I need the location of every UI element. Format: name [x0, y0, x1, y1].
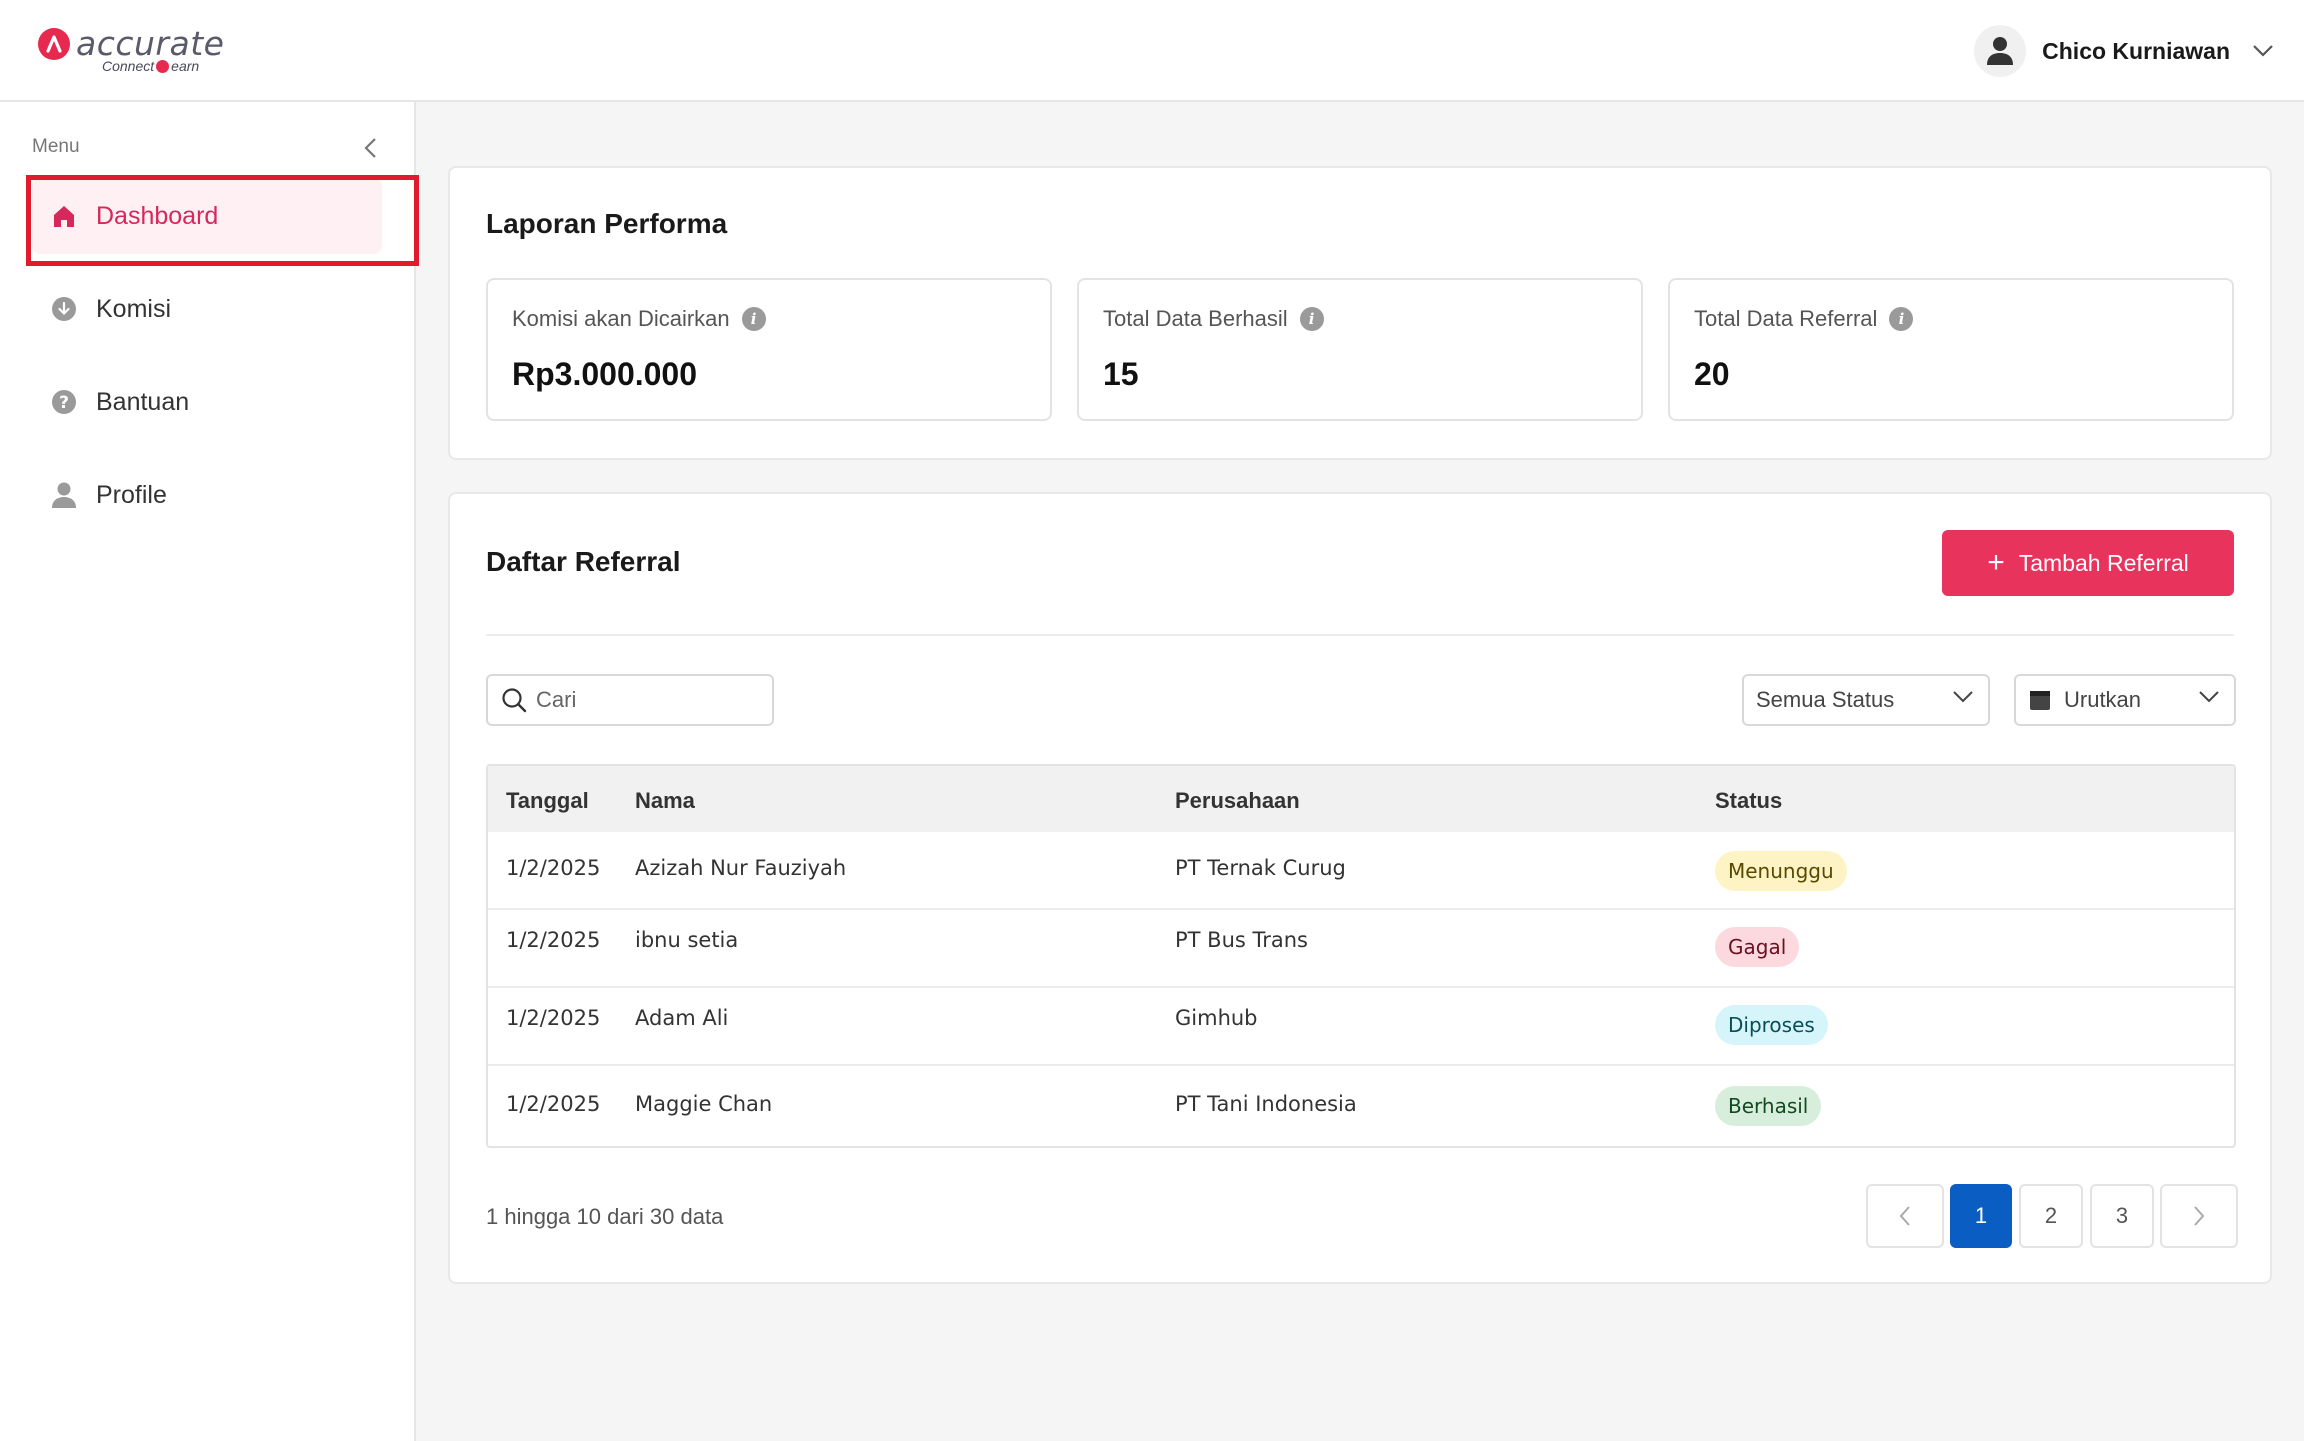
logo-tag-right: earn	[171, 58, 200, 74]
pagination-next-button[interactable]	[2160, 1184, 2238, 1248]
pagination-prev-button[interactable]	[1866, 1184, 1944, 1248]
column-header-nama[interactable]: Nama	[635, 788, 695, 814]
logo-tagline: Connect earn	[102, 58, 199, 74]
column-header-perusahaan[interactable]: Perusahaan	[1175, 788, 1300, 814]
sidebar-item-bantuan[interactable]: ? Bantuan	[32, 364, 382, 440]
sidebar-item-komisi[interactable]: Komisi	[32, 271, 382, 347]
accurate-logo-icon	[38, 28, 70, 60]
stat-value: Rp3.000.000	[512, 356, 698, 392]
info-icon[interactable]: i	[1299, 307, 1324, 331]
plus-icon: +	[1987, 546, 2005, 579]
user-menu[interactable]: Chico Kurniawan	[1974, 25, 2274, 77]
chevron-left-icon	[1899, 1206, 1910, 1226]
chevron-right-icon	[2194, 1206, 2205, 1226]
pagination-page-1[interactable]: 1	[1950, 1184, 2012, 1248]
stat-label: Komisi akan Dicairkan i	[512, 306, 766, 332]
cell-company: PT Tani Indonesia	[1175, 1092, 1357, 1116]
user-icon	[50, 481, 78, 509]
referral-title: Daftar Referral	[486, 546, 681, 577]
pagination-page-2[interactable]: 2	[2019, 1184, 2083, 1248]
cell-company: PT Ternak Curug	[1175, 856, 1346, 880]
cell-name: Adam Ali	[635, 1006, 729, 1030]
sidebar-item-label: Bantuan	[96, 387, 190, 416]
avatar	[1974, 25, 2027, 77]
svg-text:?: ?	[59, 393, 69, 413]
pagination-page-3[interactable]: 3	[2090, 1184, 2154, 1248]
help-circle-icon: ?	[50, 388, 78, 416]
sort-select[interactable]: Urutkan	[2014, 674, 2236, 726]
performance-title: Laporan Performa	[486, 208, 728, 239]
stat-value: 20	[1694, 356, 1730, 392]
collapse-sidebar-icon[interactable]	[362, 136, 378, 160]
column-header-status[interactable]: Status	[1715, 788, 1782, 814]
chevron-down-icon	[1953, 691, 1973, 703]
stat-referral: Total Data Referral i 20	[1668, 278, 2234, 421]
info-icon[interactable]: i	[1889, 307, 1914, 331]
divider	[486, 634, 2234, 636]
stat-label: Total Data Referral i	[1694, 306, 1914, 332]
sidebar-item-label: Profile	[96, 480, 167, 509]
search-box[interactable]	[486, 674, 774, 726]
stat-berhasil: Total Data Berhasil i 15	[1077, 278, 1643, 421]
sidebar-item-profile[interactable]: Profile	[32, 457, 382, 533]
cell-date: 1/2/2025	[506, 1092, 601, 1116]
sidebar: Menu Dashboard Komisi ? Bantuan Profile	[0, 102, 416, 1441]
cell-date: 1/2/2025	[506, 1006, 601, 1030]
table-row[interactable]: 1/2/2025 ibnu setia PT Bus Trans Gagal	[488, 910, 2234, 988]
highlight-annotation	[26, 175, 419, 266]
cell-date: 1/2/2025	[506, 928, 601, 952]
stat-label-text: Total Data Referral	[1694, 306, 1878, 331]
table-row[interactable]: 1/2/2025 Azizah Nur Fauziyah PT Ternak C…	[488, 832, 2234, 910]
logo-tag-dot-icon	[156, 60, 170, 73]
stat-value: 15	[1103, 356, 1139, 392]
cell-date: 1/2/2025	[506, 856, 601, 880]
cell-name: Azizah Nur Fauziyah	[635, 856, 847, 880]
stat-label: Total Data Berhasil i	[1103, 306, 1324, 332]
status-filter-value: Semua Status	[1756, 687, 1895, 712]
search-input[interactable]	[536, 687, 756, 713]
chevron-down-icon	[2199, 691, 2219, 703]
logo-tag-left: Connect	[102, 58, 155, 74]
user-icon	[1987, 37, 2014, 65]
add-referral-label: Tambah Referral	[2018, 549, 2189, 576]
performance-card: Laporan Performa Komisi akan Dicairkan i …	[448, 166, 2272, 460]
cell-name: Maggie Chan	[635, 1092, 773, 1116]
stat-label-text: Total Data Berhasil	[1103, 306, 1288, 331]
add-referral-button[interactable]: + Tambah Referral	[1942, 530, 2234, 596]
download-circle-icon	[50, 295, 78, 323]
chevron-down-icon[interactable]	[2252, 44, 2274, 58]
stat-label-text: Komisi akan Dicairkan	[512, 306, 730, 331]
menu-label: Menu	[32, 136, 80, 157]
calendar-icon	[2030, 691, 2050, 710]
status-badge: Menunggu	[1715, 851, 1847, 891]
pagination-range-text: 1 hingga 10 dari 30 data	[486, 1204, 724, 1229]
referral-table: Tanggal Nama Perusahaan Status 1/2/2025 …	[486, 764, 2236, 1148]
accurate-logo[interactable]: accurate Connect earn	[38, 24, 228, 80]
top-header: accurate Connect earn Chico Kurniawan	[0, 0, 2304, 102]
stat-komisi: Komisi akan Dicairkan i Rp3.000.000	[486, 278, 1052, 421]
status-badge: Gagal	[1715, 927, 1800, 967]
cell-name: ibnu setia	[635, 928, 739, 952]
sidebar-item-label: Komisi	[96, 294, 172, 323]
table-row[interactable]: 1/2/2025 Adam Ali Gimhub Diproses	[488, 988, 2234, 1066]
sort-label: Urutkan	[2064, 687, 2142, 712]
status-badge: Diproses	[1715, 1005, 1828, 1045]
cell-company: Gimhub	[1175, 1006, 1258, 1030]
cell-company: PT Bus Trans	[1175, 928, 1308, 952]
table-header: Tanggal Nama Perusahaan Status	[488, 766, 2234, 832]
column-header-tanggal[interactable]: Tanggal	[506, 788, 589, 814]
search-icon	[502, 688, 527, 713]
referral-card: Daftar Referral + Tambah Referral Semua …	[448, 492, 2272, 1284]
user-name: Chico Kurniawan	[2042, 37, 2230, 64]
status-badge: Berhasil	[1715, 1086, 1822, 1126]
table-row[interactable]: 1/2/2025 Maggie Chan PT Tani Indonesia B…	[488, 1066, 2234, 1146]
status-filter-select[interactable]: Semua Status	[1742, 674, 1990, 726]
info-icon[interactable]: i	[741, 307, 766, 331]
